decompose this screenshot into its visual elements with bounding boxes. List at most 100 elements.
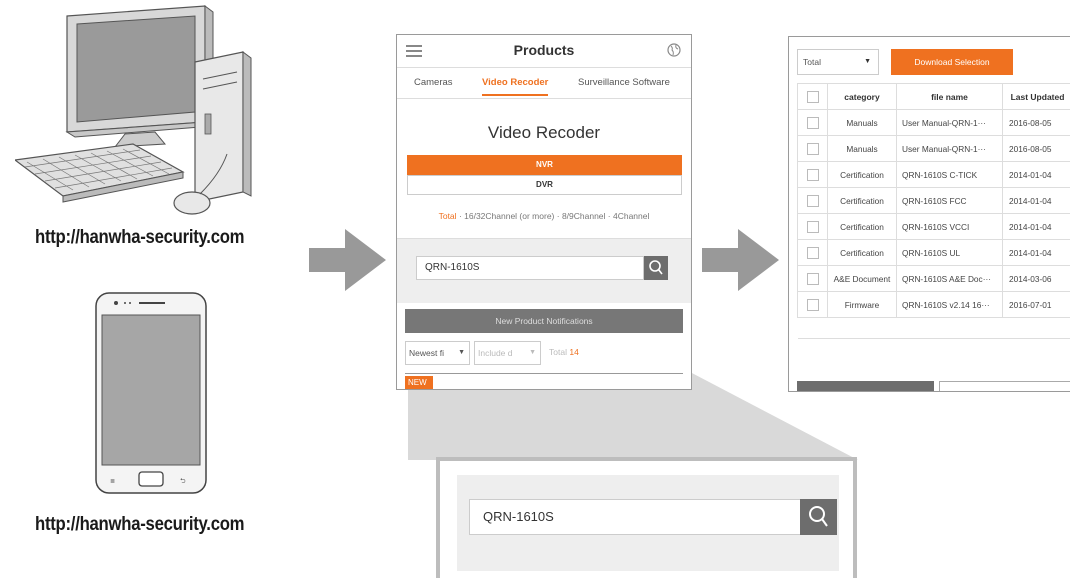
sort-newest-label: Newest fi bbox=[409, 348, 444, 358]
row-checkbox-cell[interactable] bbox=[797, 291, 828, 318]
table-row[interactable]: Certification QRN-1610S C-TICK 2014-01-04 bbox=[797, 161, 1070, 188]
category-cell: A&E Document bbox=[827, 265, 897, 292]
search-button[interactable] bbox=[644, 256, 668, 280]
zoomed-search-input[interactable]: QRN-1610S bbox=[469, 499, 814, 535]
table-row[interactable]: A&E Document QRN-1610S A&E Doc··· 2014-03-… bbox=[797, 265, 1070, 292]
caret-down-icon: ▼ bbox=[529, 349, 536, 356]
page-title: Products bbox=[513, 42, 575, 58]
row-checkbox[interactable] bbox=[806, 246, 819, 259]
file-name-cell[interactable]: QRN-1610S A&E Doc··· bbox=[896, 265, 1003, 292]
dvr-button[interactable]: DVR bbox=[407, 175, 682, 195]
file-name-cell[interactable]: User Manual-QRN-1··· bbox=[896, 135, 1003, 162]
total-select[interactable]: Total ▼ bbox=[797, 49, 879, 75]
row-checkbox[interactable] bbox=[806, 272, 819, 285]
table-row[interactable]: Firmware QRN-1610S v2.14 16··· 2016-07-01 bbox=[797, 291, 1070, 318]
search-icon bbox=[809, 506, 828, 527]
category-cell: Certification bbox=[827, 187, 897, 214]
list-button[interactable]: List bbox=[939, 381, 1070, 391]
mobile-url-label[interactable]: http://hanwha-security.com bbox=[35, 514, 245, 536]
category-cell: Firmware bbox=[827, 291, 897, 318]
file-name-cell[interactable]: User Manual-QRN-1··· bbox=[896, 109, 1003, 136]
search-input[interactable]: QRN-1610S bbox=[416, 256, 644, 280]
svg-text:≣: ≣ bbox=[110, 478, 115, 485]
caret-down-icon: ▼ bbox=[864, 58, 871, 65]
new-product-notifications-button[interactable]: New Product Notifications bbox=[405, 309, 683, 333]
category-cell: Certification bbox=[827, 161, 897, 188]
table-row[interactable]: Manuals User Manual-QRN-1··· 2016-08-05 bbox=[797, 109, 1070, 136]
column-header[interactable]: category bbox=[827, 83, 897, 110]
last-updated-cell: 2016-08-05 bbox=[1002, 109, 1070, 136]
nvr-button[interactable]: NVR bbox=[407, 155, 682, 175]
filter-total[interactable]: Total bbox=[439, 211, 457, 221]
table-row[interactable]: Certification QRN-1610S VCCI 2014-01-04 bbox=[797, 213, 1070, 240]
zoomed-search-button[interactable] bbox=[800, 499, 837, 535]
row-checkbox-cell[interactable] bbox=[797, 109, 828, 136]
row-checkbox[interactable] bbox=[806, 220, 819, 233]
total-count: Total 14 bbox=[549, 347, 579, 357]
last-updated-cell: 2014-01-04 bbox=[1002, 161, 1070, 188]
globe-icon[interactable] bbox=[667, 43, 681, 57]
total-count-label: Total bbox=[549, 347, 567, 357]
column-header[interactable]: Last Updated bbox=[1002, 83, 1070, 110]
select-all-cell[interactable] bbox=[797, 83, 828, 110]
zoomed-search-callout: QRN-1610S bbox=[436, 457, 857, 578]
new-badge: NEW bbox=[405, 376, 433, 389]
product-tabs: Cameras Video Recoder Surveillance Softw… bbox=[397, 67, 691, 99]
last-updated-cell: 2014-03-06 bbox=[1002, 265, 1070, 292]
row-checkbox-cell[interactable] bbox=[797, 135, 828, 162]
row-checkbox[interactable] bbox=[806, 142, 819, 155]
total-count-value: 14 bbox=[569, 347, 579, 357]
smartphone-illustration: ≣ ⮌ bbox=[95, 292, 207, 494]
row-checkbox-cell[interactable] bbox=[797, 161, 828, 188]
tab-cameras[interactable]: Cameras bbox=[414, 77, 453, 88]
table-header-row: category file name Last Updated bbox=[797, 83, 1070, 110]
row-checkbox-cell[interactable] bbox=[797, 213, 828, 240]
row-checkbox[interactable] bbox=[806, 194, 819, 207]
file-name-cell[interactable]: QRN-1610S C-TICK bbox=[896, 161, 1003, 188]
category-cell: Manuals bbox=[827, 109, 897, 136]
section-heading: Video Recoder bbox=[487, 123, 601, 142]
downloads-panel: Total ▼ Download Selection category file… bbox=[788, 36, 1070, 392]
table-row[interactable]: Certification QRN-1610S FCC 2014-01-04 bbox=[797, 187, 1070, 214]
select-all-checkbox[interactable] bbox=[806, 90, 819, 103]
column-header[interactable]: file name bbox=[896, 83, 1003, 110]
category-cell: Certification bbox=[827, 213, 897, 240]
filter-8-9[interactable]: · 8/9Channel bbox=[557, 211, 606, 221]
include-label: Include d bbox=[478, 348, 513, 358]
file-name-cell[interactable]: QRN-1610S VCCI bbox=[896, 213, 1003, 240]
table-row[interactable]: Certification QRN-1610S UL 2014-01-04 bbox=[797, 239, 1070, 266]
total-select-label: Total bbox=[803, 57, 821, 67]
file-name-cell[interactable]: QRN-1610S FCC bbox=[896, 187, 1003, 214]
row-checkbox-cell[interactable] bbox=[797, 187, 828, 214]
caret-down-icon: ▼ bbox=[458, 349, 465, 356]
desktop-url-label[interactable]: http://hanwha-security.com bbox=[35, 227, 245, 249]
include-select[interactable]: Include d ▼ bbox=[474, 341, 541, 365]
table-row[interactable]: Manuals User Manual-QRN-1··· 2016-08-05 bbox=[797, 135, 1070, 162]
last-updated-cell: 2014-01-04 bbox=[1002, 213, 1070, 240]
send-email-button[interactable]: Send E-Mail bbox=[797, 381, 934, 391]
arrow-right-icon bbox=[309, 229, 386, 291]
zoomed-search-area: QRN-1610S bbox=[457, 475, 839, 571]
file-name-cell[interactable]: QRN-1610S v2.14 16··· bbox=[896, 291, 1003, 318]
files-table-body: Manuals User Manual-QRN-1··· 2016-08-05 Man… bbox=[797, 109, 1070, 339]
category-cell: Manuals bbox=[827, 135, 897, 162]
search-area: QRN-1610S bbox=[397, 238, 691, 303]
row-checkbox[interactable] bbox=[806, 298, 819, 311]
row-checkbox-cell[interactable] bbox=[797, 265, 828, 292]
filter-4[interactable]: · 4Channel bbox=[608, 211, 650, 221]
last-updated-cell: 2014-01-04 bbox=[1002, 239, 1070, 266]
filter-16-32[interactable]: · 16/32Channel (or more) bbox=[459, 211, 554, 221]
last-updated-cell: 2014-01-04 bbox=[1002, 187, 1070, 214]
file-name-cell[interactable]: QRN-1610S UL bbox=[896, 239, 1003, 266]
arrow-right-icon bbox=[702, 229, 779, 291]
download-selection-button[interactable]: Download Selection bbox=[891, 49, 1013, 75]
sort-newest-select[interactable]: Newest fi ▼ bbox=[405, 341, 470, 365]
empty-row bbox=[797, 317, 1070, 339]
row-checkbox-cell[interactable] bbox=[797, 239, 828, 266]
last-updated-cell: 2016-08-05 bbox=[1002, 135, 1070, 162]
tab-video-recoder[interactable]: Video Recoder bbox=[482, 77, 549, 96]
tab-surveillance-software[interactable]: Surveillance Software bbox=[578, 77, 670, 88]
row-checkbox[interactable] bbox=[806, 168, 819, 181]
channel-filters: Total · 16/32Channel (or more) · 8/9Chan… bbox=[397, 211, 691, 221]
row-checkbox[interactable] bbox=[806, 116, 819, 129]
